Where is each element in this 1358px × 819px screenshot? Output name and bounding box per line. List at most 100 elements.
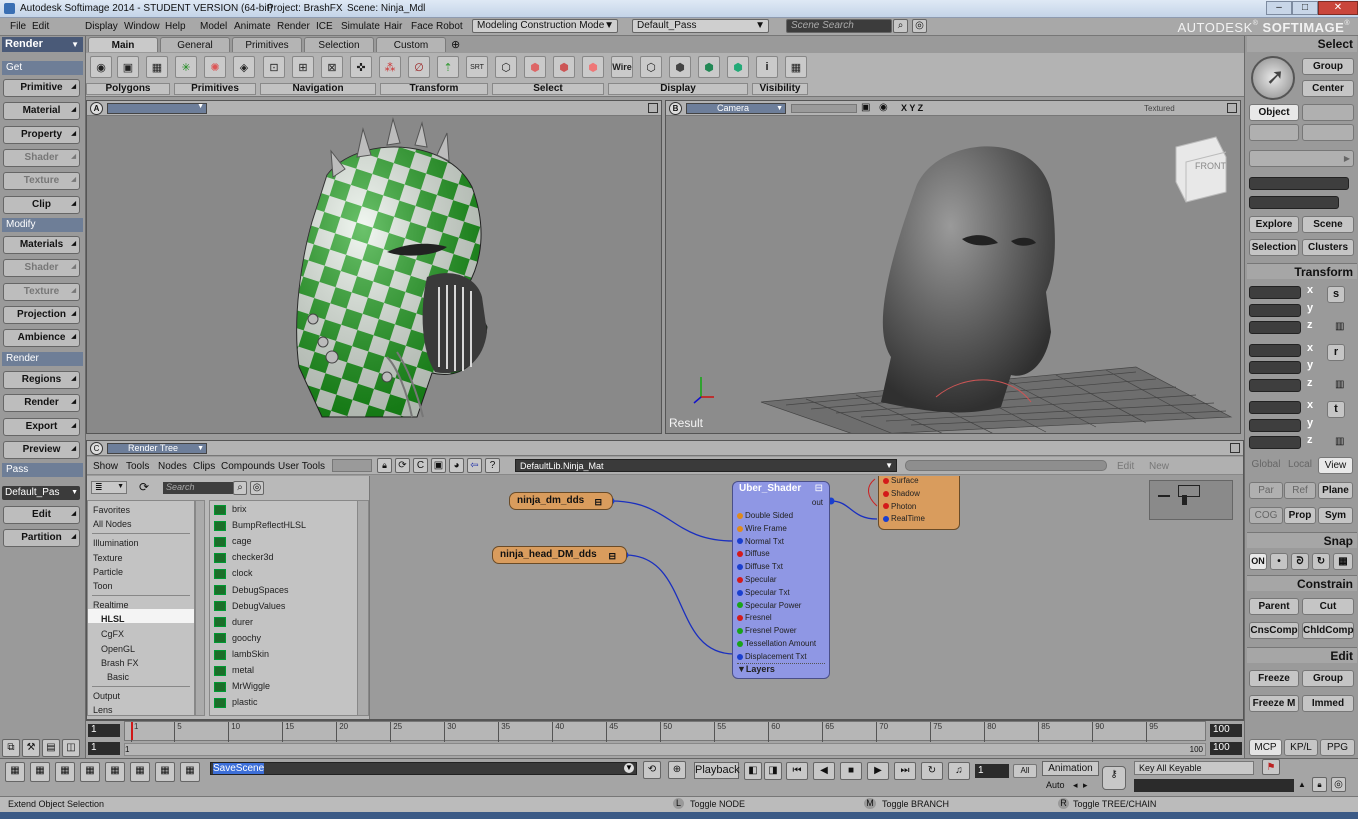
preset-cage[interactable]: cage bbox=[214, 536, 252, 547]
left-btn-render[interactable]: Render ◢ bbox=[3, 394, 80, 413]
menu-window[interactable]: Window bbox=[124, 21, 160, 32]
rotate-x-field[interactable] bbox=[1249, 343, 1301, 357]
scale-icon[interactable]: ⁂ bbox=[379, 56, 401, 78]
shader-port-normal-txt[interactable]: Normal Txt bbox=[737, 536, 784, 547]
tab-ppg[interactable]: PPG bbox=[1320, 739, 1355, 756]
translate-y-field[interactable] bbox=[1249, 418, 1301, 432]
collapse-icon[interactable]: ⊟ bbox=[815, 483, 823, 494]
category-brash-fx[interactable]: Brash FX bbox=[101, 658, 139, 668]
par-button[interactable]: Par bbox=[1249, 482, 1283, 499]
keyable-icon[interactable]: ⚑ bbox=[1262, 759, 1280, 775]
scale-y-axis-label[interactable]: y bbox=[1307, 302, 1313, 314]
left-btn-export[interactable]: Export ◢ bbox=[3, 417, 80, 436]
rt-menu-tools[interactable]: Tools bbox=[126, 461, 149, 472]
left-btn-material[interactable]: Material ◢ bbox=[3, 102, 80, 121]
menu-face-robot[interactable]: Face Robot bbox=[411, 21, 463, 32]
preset-lambskin[interactable]: lambSkin bbox=[214, 649, 269, 660]
preset-list[interactable]: brix BumpReflectHLSL cage checker3d clock Deb… bbox=[209, 500, 369, 716]
layout-7-icon[interactable]: ▦ bbox=[155, 762, 175, 782]
category-texture[interactable]: Texture bbox=[93, 553, 123, 563]
category-basic[interactable]: Basic bbox=[107, 672, 129, 682]
select-filter-2[interactable] bbox=[1302, 104, 1354, 121]
image-node-ninja-dm[interactable]: ninja_dm_dds ⊟ bbox=[509, 492, 613, 510]
render-tree-graph[interactable]: ninja_dm_dds ⊟ ninja_head_DM_dds ⊟ Uber_Sh… bbox=[371, 476, 1243, 719]
shader-port-specular-txt[interactable]: Specular Txt bbox=[737, 587, 790, 598]
camera-icon[interactable]: ▣ bbox=[861, 102, 870, 113]
uber-shader-node[interactable]: Uber_Shader ⊟ out Double Sided Wire Frame… bbox=[732, 481, 830, 679]
cube-icon[interactable]: ▣ bbox=[117, 56, 139, 78]
local-button[interactable]: Local bbox=[1284, 457, 1316, 474]
center-button[interactable]: Center bbox=[1302, 80, 1354, 97]
edit-button[interactable]: Edit bbox=[1117, 461, 1134, 472]
rotate-y-field[interactable] bbox=[1249, 361, 1301, 374]
graph-navigator[interactable] bbox=[1149, 480, 1233, 520]
lock-icon[interactable]: 🔒︎ bbox=[1312, 777, 1327, 792]
viewport-a-camera-dropdown[interactable]: ▼ bbox=[107, 103, 207, 114]
constrain-header[interactable]: Constrain bbox=[1247, 575, 1357, 591]
menu-edit[interactable]: Edit bbox=[32, 21, 49, 32]
tab-selection[interactable]: Selection bbox=[304, 37, 374, 52]
snap-curve-icon[interactable]: ᘐ bbox=[1291, 553, 1309, 570]
lock-icon[interactable]: 🔒︎ bbox=[377, 458, 392, 473]
viewport-a[interactable]: A ▼ bbox=[86, 100, 662, 434]
translate-mode-button[interactable]: t bbox=[1327, 401, 1345, 418]
eye-icon[interactable]: ◉ bbox=[879, 102, 888, 113]
category-cgfx[interactable]: CgFX bbox=[101, 629, 124, 639]
sphere-preview-icon[interactable]: ◕ bbox=[449, 458, 464, 473]
layers-toggle[interactable]: ▼Layers bbox=[737, 663, 825, 674]
preset-plastic[interactable]: plastic bbox=[214, 697, 258, 708]
select-filter-4[interactable] bbox=[1302, 124, 1354, 141]
audio-icon[interactable]: ♫ bbox=[948, 762, 970, 780]
snap-on-toggle[interactable]: ON bbox=[1249, 553, 1267, 570]
shader-port-double-sided[interactable]: Double Sided bbox=[737, 510, 793, 521]
pass-dropdown[interactable]: Default_Pass ▼ bbox=[632, 19, 769, 33]
explore-button[interactable]: Explore bbox=[1249, 216, 1299, 233]
last-frame-icon[interactable]: ⏭ bbox=[894, 762, 916, 780]
shader-port-fresnel[interactable]: Fresnel bbox=[737, 612, 772, 623]
material-port-realtime[interactable]: RealTime bbox=[883, 513, 925, 524]
camera-icon[interactable]: ◈ bbox=[233, 56, 255, 78]
translate-lock-icon[interactable]: ▥ bbox=[1335, 436, 1344, 447]
category-list[interactable]: Favorites All Nodes Illumination Texture Par… bbox=[87, 500, 195, 716]
partition-button[interactable]: Partition ◢ bbox=[3, 529, 80, 547]
preset-durer[interactable]: durer bbox=[214, 617, 253, 628]
key-set-field[interactable] bbox=[1134, 779, 1294, 792]
tab-general[interactable]: General bbox=[160, 37, 230, 52]
rt-menu-nodes[interactable]: Nodes bbox=[158, 461, 187, 472]
rotate-x-axis-label[interactable]: x bbox=[1307, 342, 1313, 354]
menu-animate[interactable]: Animate bbox=[234, 21, 271, 32]
scale-z-axis-label[interactable]: z bbox=[1307, 319, 1313, 331]
select-tool-icon[interactable]: ⧉ bbox=[2, 739, 20, 757]
category-toon[interactable]: Toon bbox=[93, 581, 113, 591]
sphere-icon[interactable]: ◉ bbox=[90, 56, 112, 78]
grid-icon[interactable]: ▦ bbox=[146, 56, 168, 78]
translate-y-axis-label[interactable]: y bbox=[1307, 417, 1313, 429]
clear-search-icon[interactable]: ◎ bbox=[250, 481, 264, 495]
preset-bumpreflecthlsl[interactable]: BumpReflectHLSL bbox=[214, 520, 306, 531]
tab-main[interactable]: Main bbox=[88, 37, 158, 52]
view-type-dropdown[interactable]: Render Tree ▼ bbox=[107, 443, 207, 454]
rt-menu-compounds[interactable]: Compounds bbox=[221, 461, 275, 472]
view-button[interactable]: View bbox=[1318, 457, 1353, 474]
frame-field[interactable]: 1 bbox=[975, 764, 1009, 778]
snap-header[interactable]: Snap bbox=[1247, 532, 1357, 548]
tab-primitives[interactable]: Primitives bbox=[232, 37, 302, 52]
select-point-icon[interactable]: ⬢ bbox=[524, 56, 546, 78]
modify-header[interactable]: Modify bbox=[2, 218, 83, 232]
clusters-button[interactable]: Clusters bbox=[1302, 239, 1354, 256]
tab-kpl[interactable]: KP/L bbox=[1284, 739, 1318, 756]
preset-search-input[interactable]: Search bbox=[163, 482, 233, 494]
left-btn-preview[interactable]: Preview ◢ bbox=[3, 440, 80, 459]
cnscomp-button[interactable]: CnsComp bbox=[1249, 622, 1299, 639]
xyz-axes-toggle[interactable]: X Y Z bbox=[901, 103, 923, 113]
frame-selection-icon[interactable]: ⊠ bbox=[321, 56, 343, 78]
rt-menu-user-tools[interactable]: User Tools bbox=[278, 461, 325, 472]
menu-simulate[interactable]: Simulate bbox=[341, 21, 380, 32]
viewport-b-toggles[interactable] bbox=[791, 104, 857, 113]
info-icon[interactable]: i bbox=[756, 56, 778, 78]
pass-edit-button[interactable]: Edit ◢ bbox=[3, 506, 80, 524]
close-button[interactable]: ✕ bbox=[1318, 1, 1358, 15]
visibility-grid-icon[interactable]: ▦ bbox=[785, 56, 807, 78]
cog-button[interactable]: COG bbox=[1249, 507, 1283, 524]
left-btn-clip[interactable]: Clip ◢ bbox=[3, 195, 80, 214]
